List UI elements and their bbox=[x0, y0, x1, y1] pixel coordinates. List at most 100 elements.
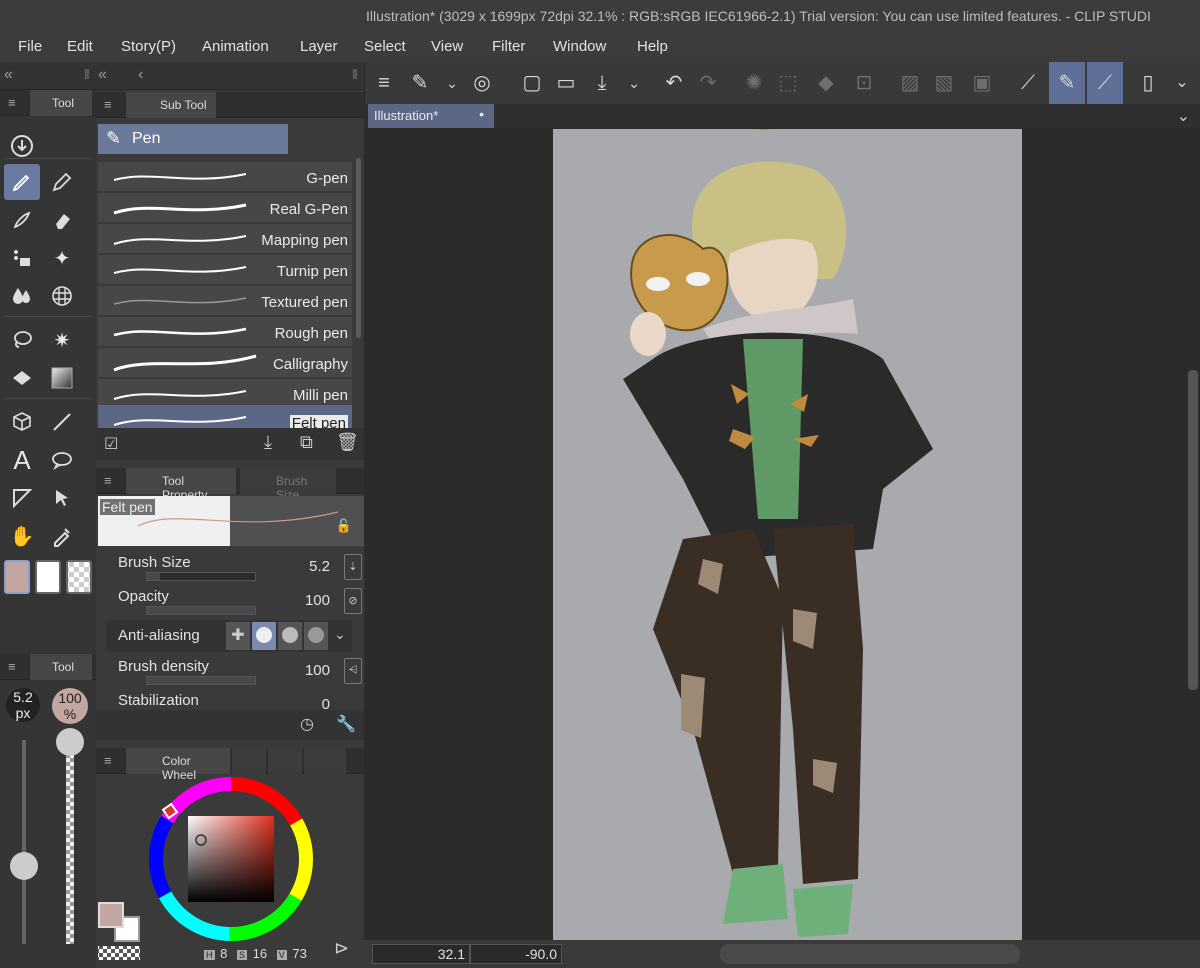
brush-density-value[interactable]: 100 bbox=[305, 662, 330, 679]
aa-none-button[interactable]: ✚ bbox=[226, 622, 250, 650]
opacity-row[interactable]: Opacity 100 ⊘ bbox=[106, 586, 362, 620]
subtool-scrollbar[interactable] bbox=[356, 158, 361, 338]
aa-medium-button[interactable] bbox=[278, 622, 302, 650]
ruler-snap-icon[interactable]: ⟋ bbox=[1013, 68, 1043, 98]
lasso-icon[interactable] bbox=[4, 322, 40, 358]
clear-selection-icon[interactable]: ▨ bbox=[895, 68, 925, 98]
tab-brush-size-tool[interactable]: Tool bbox=[30, 654, 92, 680]
pencil-icon[interactable] bbox=[44, 164, 80, 200]
stabilization-row[interactable]: Stabilization 0 bbox=[106, 690, 352, 710]
invert-selection-icon[interactable]: ▧ bbox=[929, 68, 959, 98]
brush-size-bar[interactable] bbox=[146, 572, 256, 581]
open-folder-icon[interactable]: ▭ bbox=[551, 68, 581, 98]
grip-icon-2[interactable]: ‖ bbox=[352, 66, 358, 82]
tab-illustration[interactable]: Illustration* • bbox=[368, 104, 494, 128]
stabilization-value[interactable]: 0 bbox=[322, 696, 330, 710]
subtool-item[interactable]: Calligraphy bbox=[98, 348, 352, 378]
text-icon[interactable]: A bbox=[4, 442, 40, 478]
tab-brush-size[interactable]: Brush Size bbox=[240, 468, 336, 502]
magic-wand-icon[interactable]: ✷ bbox=[44, 322, 80, 358]
transparent-color-swatch[interactable] bbox=[66, 560, 92, 594]
brush-density-row[interactable]: Brush density 100 ⩤ bbox=[106, 656, 362, 690]
undo-icon[interactable]: ↶ bbox=[659, 68, 689, 98]
sub-color-swatch[interactable] bbox=[35, 560, 61, 594]
subtool-item[interactable]: Mapping pen bbox=[98, 224, 352, 254]
device-icon[interactable]: ▯ bbox=[1133, 68, 1163, 98]
hand-icon[interactable]: ✋ bbox=[4, 518, 40, 554]
unsaved-dot-icon[interactable]: • bbox=[479, 106, 484, 122]
wrench-icon[interactable]: 🔧 bbox=[336, 714, 356, 734]
opacity-value[interactable]: 100 bbox=[305, 592, 330, 609]
chevron-left-icon[interactable]: ‹ bbox=[138, 66, 143, 84]
play-circle-icon[interactable]: ⊳ bbox=[334, 938, 349, 959]
collapse-left-icon-2[interactable]: « bbox=[98, 66, 107, 84]
subtool-item[interactable]: Turnip pen bbox=[98, 255, 352, 285]
main-color-swatch[interactable] bbox=[4, 560, 30, 594]
brush-size-slider[interactable] bbox=[10, 740, 38, 944]
subtool-item[interactable]: Rough pen bbox=[98, 317, 352, 347]
import-icon[interactable]: ⤓ bbox=[264, 432, 272, 453]
trash-icon[interactable]: 🗑 bbox=[336, 432, 359, 453]
duplicate-icon[interactable]: ⧉ bbox=[300, 432, 313, 453]
chevron-down-icon[interactable]: ⌄ bbox=[334, 626, 346, 643]
color-wheel[interactable] bbox=[146, 774, 316, 944]
menu-window[interactable]: Window bbox=[553, 33, 606, 55]
h-value[interactable]: 8 bbox=[220, 946, 227, 961]
fill-icon[interactable] bbox=[4, 360, 40, 396]
redo-icon[interactable]: ↷ bbox=[693, 68, 723, 98]
brush-density-options-button[interactable]: ⩤ bbox=[344, 658, 362, 684]
loading-icon[interactable]: ✺ bbox=[739, 68, 769, 98]
main-color-chip[interactable] bbox=[98, 902, 124, 928]
save-icon[interactable]: ⤓ bbox=[587, 68, 617, 98]
subtool-item-selected[interactable]: Felt pen bbox=[98, 405, 352, 429]
blend-icon[interactable] bbox=[4, 278, 40, 314]
menu-edit[interactable]: Edit bbox=[67, 33, 93, 55]
menu-animation[interactable]: Animation bbox=[202, 33, 269, 55]
show-selection-icon[interactable]: ▣ bbox=[967, 68, 997, 98]
brush-size-value[interactable]: 5.2 bbox=[309, 558, 330, 575]
tab-intermediate-color[interactable] bbox=[268, 748, 302, 774]
eraser-icon[interactable] bbox=[44, 202, 80, 238]
aa-weak-button[interactable] bbox=[252, 622, 276, 650]
decoration-icon[interactable] bbox=[4, 240, 40, 276]
menu-icon[interactable]: ≡ bbox=[104, 473, 112, 488]
subtool-item[interactable]: Real G-Pen bbox=[98, 193, 352, 223]
3d-select-icon[interactable] bbox=[4, 404, 40, 440]
operation-icon[interactable] bbox=[44, 480, 80, 516]
brush-size-row[interactable]: Brush Size 5.2 ⇣ bbox=[106, 552, 362, 586]
reset-icon[interactable]: ◷ bbox=[300, 714, 314, 734]
grip-icon[interactable]: ‖ bbox=[84, 66, 90, 82]
tab-tool-property[interactable]: Tool Property bbox=[126, 468, 236, 502]
tab-color-wheel[interactable]: Color Wheel bbox=[126, 748, 230, 782]
menu-icon[interactable]: ≡ bbox=[8, 95, 16, 110]
brush-size-slider-handle[interactable] bbox=[10, 852, 38, 880]
ruler-icon[interactable] bbox=[4, 480, 40, 516]
aa-strong-button[interactable] bbox=[304, 622, 328, 650]
canvas[interactable] bbox=[553, 129, 1022, 942]
chevron-down-icon[interactable]: ⌄ bbox=[619, 68, 649, 98]
line-icon[interactable] bbox=[44, 404, 80, 440]
canvas-horizontal-scrollbar[interactable] bbox=[720, 944, 1020, 964]
lock-icon[interactable]: 🔓 bbox=[336, 518, 352, 534]
opacity-slider-handle[interactable] bbox=[56, 728, 84, 756]
menu-icon[interactable]: ≡ bbox=[8, 659, 16, 674]
line-snap-icon[interactable]: ⟋ bbox=[1087, 62, 1123, 104]
transparent-chip[interactable] bbox=[98, 946, 140, 960]
menu-view[interactable]: View bbox=[431, 33, 463, 55]
select-icon[interactable]: ⬚ bbox=[773, 68, 803, 98]
brush-size-options-button[interactable]: ⇣ bbox=[344, 554, 362, 580]
menu-select[interactable]: Select bbox=[364, 33, 406, 55]
subtool-item[interactable]: G-pen bbox=[98, 162, 352, 192]
eyedropper-icon[interactable] bbox=[44, 518, 80, 554]
subtool-group-pen[interactable]: ✎ Pen bbox=[98, 124, 288, 154]
speech-bubble-icon[interactable] bbox=[44, 442, 80, 478]
edit-icon[interactable]: ✎ bbox=[405, 68, 435, 98]
new-file-icon[interactable]: ▢ bbox=[517, 68, 547, 98]
rotation-field[interactable]: -90.0 bbox=[470, 944, 562, 964]
opacity-slider[interactable] bbox=[56, 728, 84, 944]
brush-density-bar[interactable] bbox=[146, 676, 256, 685]
opacity-options-button[interactable]: ⊘ bbox=[344, 588, 362, 614]
pen-icon[interactable] bbox=[4, 164, 40, 200]
subtool-item[interactable]: Textured pen bbox=[98, 286, 352, 316]
sparkle-icon[interactable]: ✦ bbox=[44, 240, 80, 276]
